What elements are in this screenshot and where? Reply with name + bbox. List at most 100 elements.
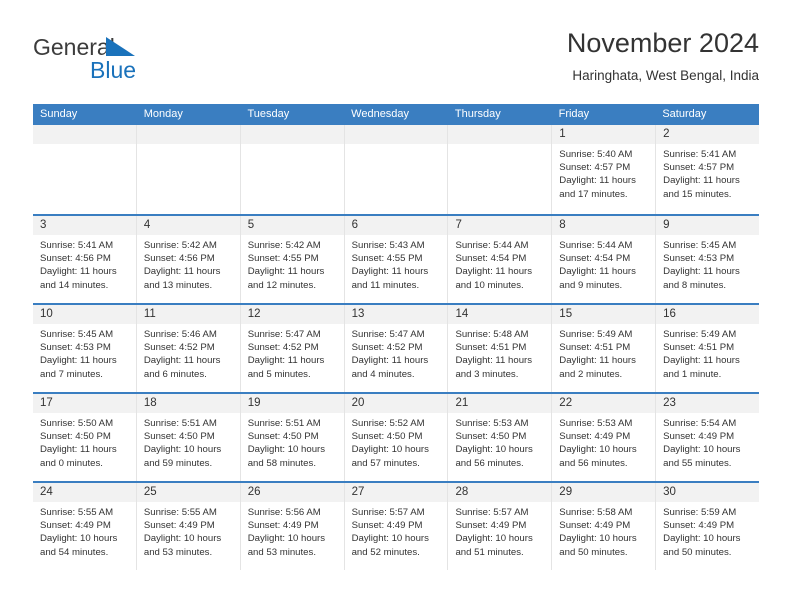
calendar-page: General Blue November 2024 Haringhata, W…: [0, 0, 792, 612]
day-number: 24: [33, 483, 136, 502]
calendar-day-cell[interactable]: 27 Sunrise: 5:57 AM Sunset: 4:49 PM Dayligh…: [344, 483, 449, 570]
sunset-text: Sunset: 4:50 PM: [247, 431, 319, 443]
calendar-day-cell[interactable]: 9 Sunrise: 5:45 AM Sunset: 4:53 PM Daylight…: [656, 216, 760, 303]
day-number: 3: [33, 216, 136, 235]
day-sun-info: Sunrise: 5:41 AM Sunset: 4:57 PM Daylight:…: [656, 144, 759, 201]
calendar-day-cell[interactable]: 15 Sunrise: 5:49 AM Sunset: 4:51 PM Dayligh…: [552, 305, 657, 392]
calendar-day-cell[interactable]: 16 Sunrise: 5:49 AM Sunset: 4:51 PM Dayligh…: [656, 305, 760, 392]
sunset-text: Sunset: 4:53 PM: [40, 342, 111, 354]
day-sun-info: Sunrise: 5:53 AM Sunset: 4:50 PM Daylight:…: [448, 413, 551, 470]
brand-logo[interactable]: General Blue: [33, 34, 253, 94]
calendar-day-cell-empty: [136, 125, 241, 214]
sunrise-text: Sunrise: 5:44 AM: [455, 240, 529, 251]
calendar-day-cell[interactable]: 22 Sunrise: 5:53 AM Sunset: 4:49 PM Dayligh…: [552, 394, 657, 481]
daylight-text: Daylight: 10 hours and 52 minutes.: [351, 533, 429, 558]
calendar-day-cell[interactable]: 30 Sunrise: 5:59 AM Sunset: 4:49 PM Dayligh…: [656, 483, 760, 570]
calendar-day-cell[interactable]: 29 Sunrise: 5:58 AM Sunset: 4:49 PM Dayligh…: [552, 483, 657, 570]
day-number: 21: [448, 394, 552, 413]
calendar-day-cell[interactable]: 13 Sunrise: 5:47 AM Sunset: 4:52 PM Dayligh…: [344, 305, 449, 392]
calendar-day-cell[interactable]: 11 Sunrise: 5:46 AM Sunset: 4:52 PM Dayligh…: [136, 305, 241, 392]
daylight-text: Daylight: 11 hours and 10 minutes.: [455, 266, 533, 291]
sunset-text: Sunset: 4:50 PM: [351, 431, 423, 443]
sunset-text: Sunset: 4:52 PM: [247, 342, 319, 354]
sunset-text: Sunset: 4:50 PM: [143, 431, 215, 443]
calendar-day-cell[interactable]: 20 Sunrise: 5:52 AM Sunset: 4:50 PM Dayligh…: [344, 394, 449, 481]
sunset-text: Sunset: 4:52 PM: [351, 342, 423, 354]
day-sun-info: Sunrise: 5:50 AM Sunset: 4:50 PM Daylight:…: [33, 413, 136, 470]
daylight-text: Daylight: 11 hours and 3 minutes.: [455, 355, 533, 380]
calendar-day-cell[interactable]: 18 Sunrise: 5:51 AM Sunset: 4:50 PM Dayligh…: [136, 394, 241, 481]
day-sun-info: Sunrise: 5:59 AM Sunset: 4:49 PM Daylight:…: [656, 502, 759, 559]
day-sun-info: Sunrise: 5:42 AM Sunset: 4:56 PM Daylight:…: [137, 235, 240, 292]
weekday-header-monday: Monday: [143, 108, 183, 120]
sunset-text: Sunset: 4:49 PM: [663, 520, 735, 532]
calendar-day-cell[interactable]: 21 Sunrise: 5:53 AM Sunset: 4:50 PM Dayligh…: [448, 394, 553, 481]
calendar-day-cell[interactable]: 17 Sunrise: 5:50 AM Sunset: 4:50 PM Dayligh…: [33, 394, 137, 481]
calendar-day-cell[interactable]: 6 Sunrise: 5:43 AM Sunset: 4:55 PM Daylight…: [344, 216, 449, 303]
calendar-day-cell[interactable]: 5 Sunrise: 5:42 AM Sunset: 4:55 PM Daylight…: [240, 216, 345, 303]
day-sun-info: Sunrise: 5:41 AM Sunset: 4:56 PM Daylight:…: [33, 235, 136, 292]
brand-name-blue: Blue: [90, 57, 137, 83]
day-number: 29: [552, 483, 656, 502]
calendar-day-cell[interactable]: 24 Sunrise: 5:55 AM Sunset: 4:49 PM Dayligh…: [33, 483, 137, 570]
daylight-text: Daylight: 10 hours and 50 minutes.: [559, 533, 637, 558]
sunset-text: Sunset: 4:49 PM: [559, 520, 631, 532]
weekday-header-wednesday: Wednesday: [351, 108, 410, 120]
sunset-text: Sunset: 4:55 PM: [247, 253, 319, 265]
daylight-text: Daylight: 10 hours and 56 minutes.: [455, 444, 533, 469]
calendar-day-cell[interactable]: 23 Sunrise: 5:54 AM Sunset: 4:49 PM Dayligh…: [656, 394, 760, 481]
calendar-day-cell[interactable]: 8 Sunrise: 5:44 AM Sunset: 4:54 PM Daylight…: [552, 216, 657, 303]
day-sun-info: Sunrise: 5:54 AM Sunset: 4:49 PM Daylight:…: [656, 413, 759, 470]
sunrise-text: Sunrise: 5:52 AM: [351, 418, 425, 429]
calendar-day-cell[interactable]: 4 Sunrise: 5:42 AM Sunset: 4:56 PM Daylight…: [136, 216, 241, 303]
day-number: 1: [552, 125, 656, 144]
day-number: 14: [448, 305, 552, 324]
sunrise-text: Sunrise: 5:47 AM: [351, 329, 425, 340]
calendar-day-cell[interactable]: 3 Sunrise: 5:41 AM Sunset: 4:56 PM Daylight…: [33, 216, 137, 303]
daylight-text: Daylight: 10 hours and 56 minutes.: [559, 444, 637, 469]
calendar-day-cell[interactable]: 28 Sunrise: 5:57 AM Sunset: 4:49 PM Dayligh…: [448, 483, 553, 570]
sunrise-text: Sunrise: 5:46 AM: [143, 329, 217, 340]
calendar-day-cell[interactable]: 19 Sunrise: 5:51 AM Sunset: 4:50 PM Dayligh…: [240, 394, 345, 481]
calendar-day-cell[interactable]: 26 Sunrise: 5:56 AM Sunset: 4:49 PM Dayligh…: [240, 483, 345, 570]
sunrise-text: Sunrise: 5:53 AM: [559, 418, 633, 429]
calendar-day-cell[interactable]: 12 Sunrise: 5:47 AM Sunset: 4:52 PM Dayligh…: [240, 305, 345, 392]
title-block: November 2024 Haringhata, West Bengal, I…: [567, 26, 759, 86]
day-sun-info: Sunrise: 5:45 AM Sunset: 4:53 PM Daylight:…: [656, 235, 759, 292]
calendar-day-cell[interactable]: 14 Sunrise: 5:48 AM Sunset: 4:51 PM Dayligh…: [448, 305, 553, 392]
day-number: 28: [448, 483, 552, 502]
daylight-text: Daylight: 10 hours and 55 minutes.: [663, 444, 741, 469]
calendar-day-cell-empty: [33, 125, 137, 214]
day-number: 8: [552, 216, 656, 235]
calendar-day-cell[interactable]: 2 Sunrise: 5:41 AM Sunset: 4:57 PM Daylight…: [656, 125, 760, 214]
daylight-text: Daylight: 11 hours and 4 minutes.: [351, 355, 429, 380]
day-number: 10: [33, 305, 136, 324]
day-number: 16: [656, 305, 760, 324]
day-number: 20: [344, 394, 448, 413]
daylight-text: Daylight: 11 hours and 17 minutes.: [559, 175, 636, 200]
day-number: [344, 125, 448, 144]
daylight-text: Daylight: 10 hours and 59 minutes.: [143, 444, 222, 469]
sunrise-text: Sunrise: 5:55 AM: [143, 507, 217, 518]
day-sun-info: Sunrise: 5:55 AM Sunset: 4:49 PM Daylight:…: [33, 502, 136, 559]
daylight-text: Daylight: 11 hours and 12 minutes.: [247, 266, 325, 291]
calendar-day-cell[interactable]: 10 Sunrise: 5:45 AM Sunset: 4:53 PM Dayligh…: [33, 305, 137, 392]
calendar-week-row: 10 Sunrise: 5:45 AM Sunset: 4:53 PM Dayligh…: [33, 303, 760, 392]
calendar-week-row: 1 Sunrise: 5:40 AM Sunset: 4:57 PM Daylight…: [33, 125, 760, 214]
sunrise-text: Sunrise: 5:47 AM: [247, 329, 321, 340]
calendar-day-cell[interactable]: 7 Sunrise: 5:44 AM Sunset: 4:54 PM Daylight…: [448, 216, 553, 303]
day-number: 19: [240, 394, 344, 413]
calendar-day-cell[interactable]: 1 Sunrise: 5:40 AM Sunset: 4:57 PM Daylight…: [552, 125, 657, 214]
day-number: 2: [656, 125, 760, 144]
sunrise-text: Sunrise: 5:58 AM: [559, 507, 633, 518]
calendar-day-cell[interactable]: 25 Sunrise: 5:55 AM Sunset: 4:49 PM Dayligh…: [136, 483, 241, 570]
daylight-text: Daylight: 11 hours and 6 minutes.: [143, 355, 221, 380]
day-sun-info: Sunrise: 5:47 AM Sunset: 4:52 PM Daylight:…: [241, 324, 344, 381]
day-number: 23: [656, 394, 760, 413]
sunset-text: Sunset: 4:54 PM: [455, 253, 527, 265]
weekday-header-friday: Friday: [558, 108, 590, 120]
calendar-weeks: 1 Sunrise: 5:40 AM Sunset: 4:57 PM Daylight…: [33, 125, 760, 570]
sunset-text: Sunset: 4:55 PM: [351, 253, 423, 265]
calendar-grid: Sunday Monday Tuesday Wednesday Thursday…: [33, 104, 760, 570]
day-number: 18: [136, 394, 240, 413]
